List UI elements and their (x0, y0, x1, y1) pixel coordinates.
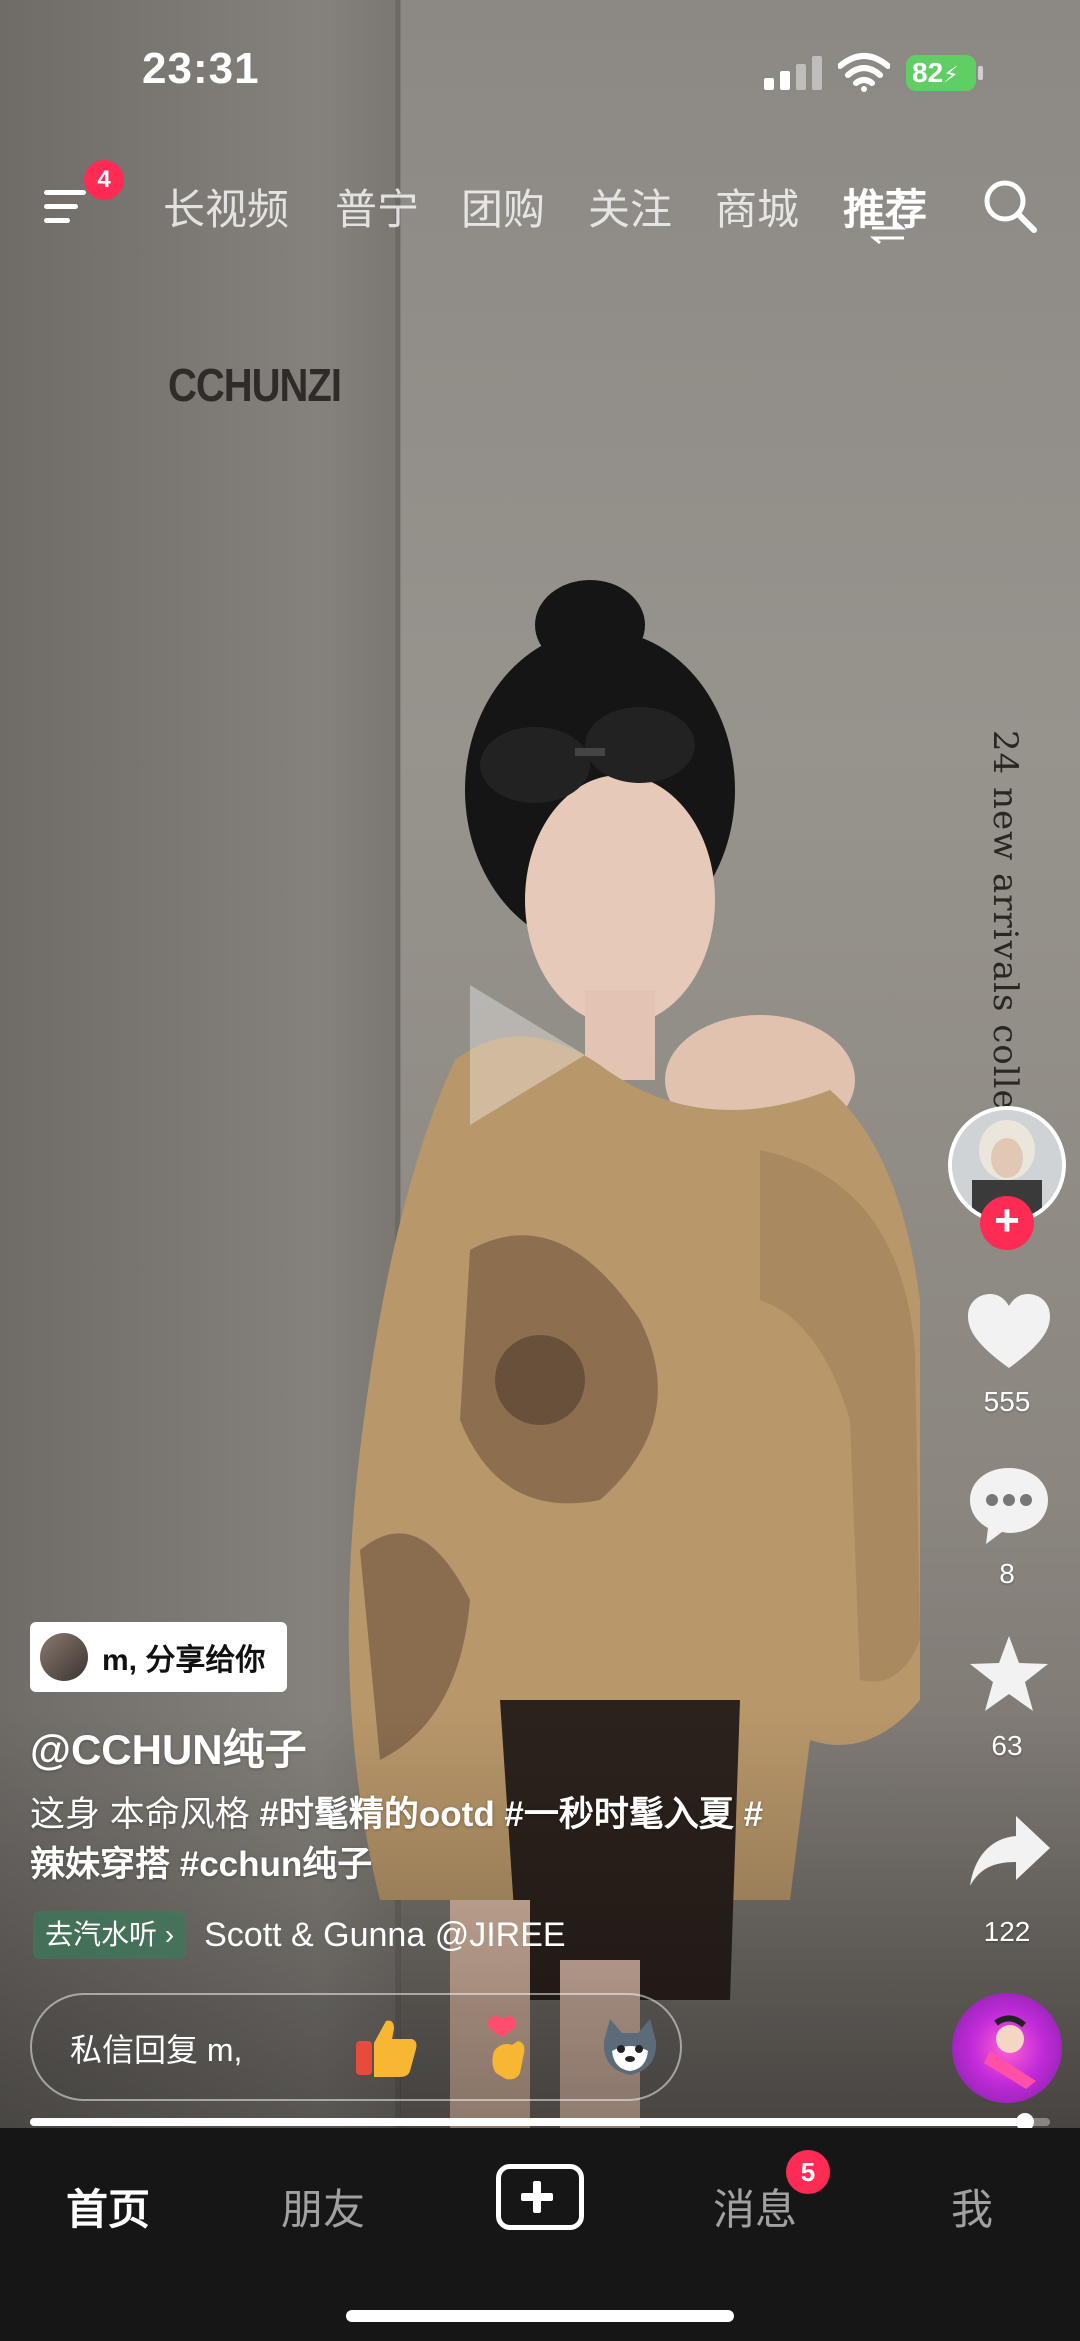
tab-long-video[interactable]: 长视频 (163, 176, 289, 237)
menu-badge: 4 (84, 160, 124, 200)
status-time: 23:31 (142, 44, 260, 93)
tab-puning[interactable]: 普宁 (335, 176, 419, 237)
desc-text: 这身 本命风格 (30, 1795, 260, 1834)
tab-mall[interactable]: 商城 (715, 176, 799, 237)
thumbs-up-emoji-icon[interactable] (350, 2011, 422, 2083)
like-count: 555 (983, 1386, 1031, 1417)
comment-icon[interactable] (966, 1462, 1052, 1548)
create-post-button[interactable] (496, 2164, 584, 2230)
comment-count: 8 (999, 1558, 1015, 1589)
bottom-tab-messages[interactable]: 消息 (713, 2176, 797, 2237)
wifi-icon (838, 53, 890, 92)
status-bar: 23:31 82⚡ (0, 0, 1080, 140)
tab-group-buy[interactable]: 团购 (461, 176, 545, 237)
tab-following[interactable]: 关注 (588, 176, 672, 237)
dm-reply-input[interactable]: 私信回复 m, (30, 1993, 682, 2101)
author-name[interactable]: @CCHUN纯子 (30, 1716, 307, 1777)
top-nav: 4 长视频 普宁 团购 关注 商城 推荐 (0, 160, 1080, 244)
open-qishui-button[interactable]: 去汽水听 › (33, 1911, 187, 1959)
husky-emoji-icon[interactable] (594, 2011, 666, 2083)
share-count: 122 (983, 1916, 1031, 1947)
play-icon[interactable] (470, 985, 585, 1125)
music-title[interactable]: Scott & Gunna @JIREE (204, 1916, 624, 1955)
battery-cap (978, 66, 983, 80)
swap-icon[interactable] (870, 222, 906, 244)
cellular-signal-icon (764, 56, 822, 90)
like-heart-icon[interactable] (966, 1290, 1052, 1376)
battery-indicator: 82⚡ (906, 55, 976, 91)
video-progress-fill (30, 2118, 1025, 2126)
music-row: 去汽水听 › Scott & Gunna @JIREE (33, 1910, 624, 1960)
favorite-star-icon[interactable] (966, 1632, 1052, 1718)
shared-by-text: m, 分享给你 (102, 1644, 266, 1677)
dm-reply-placeholder: 私信回复 m, (70, 2032, 243, 2068)
video-progress-bar[interactable] (30, 2113, 1050, 2131)
music-disc-icon[interactable] (952, 1993, 1062, 2103)
charging-bolt-icon: ⚡ (943, 62, 959, 87)
search-icon[interactable] (980, 176, 1040, 236)
desc-hashtags-line1[interactable]: #时髦精的ootd #一秒时髦入夏 # (259, 1795, 763, 1834)
music-disc-art (984, 2015, 1036, 2089)
home-indicator[interactable] (346, 2310, 734, 2322)
desc-hashtags-line2[interactable]: 辣妹穿搭 #cchun纯子 (30, 1845, 372, 1884)
battery-level: 82 (912, 57, 944, 88)
finger-heart-emoji-icon[interactable] (472, 2011, 544, 2083)
post-description: 这身 本命风格 #时髦精的ootd #一秒时髦入夏 # 辣妹穿搭 #cchun纯… (30, 1790, 870, 1890)
shared-by-chip[interactable]: m, 分享给你 (30, 1622, 288, 1692)
share-arrow-icon[interactable] (966, 1810, 1052, 1896)
follow-button[interactable]: + (980, 1196, 1034, 1250)
bottom-tab-friends[interactable]: 朋友 (281, 2176, 365, 2237)
bottom-tab-home[interactable]: 首页 (66, 2176, 150, 2237)
messages-badge: 5 (786, 2150, 830, 2194)
favorite-count: 63 (991, 1730, 1023, 1761)
bottom-tab-me[interactable]: 我 (951, 2176, 993, 2237)
sharer-avatar (40, 1633, 88, 1681)
